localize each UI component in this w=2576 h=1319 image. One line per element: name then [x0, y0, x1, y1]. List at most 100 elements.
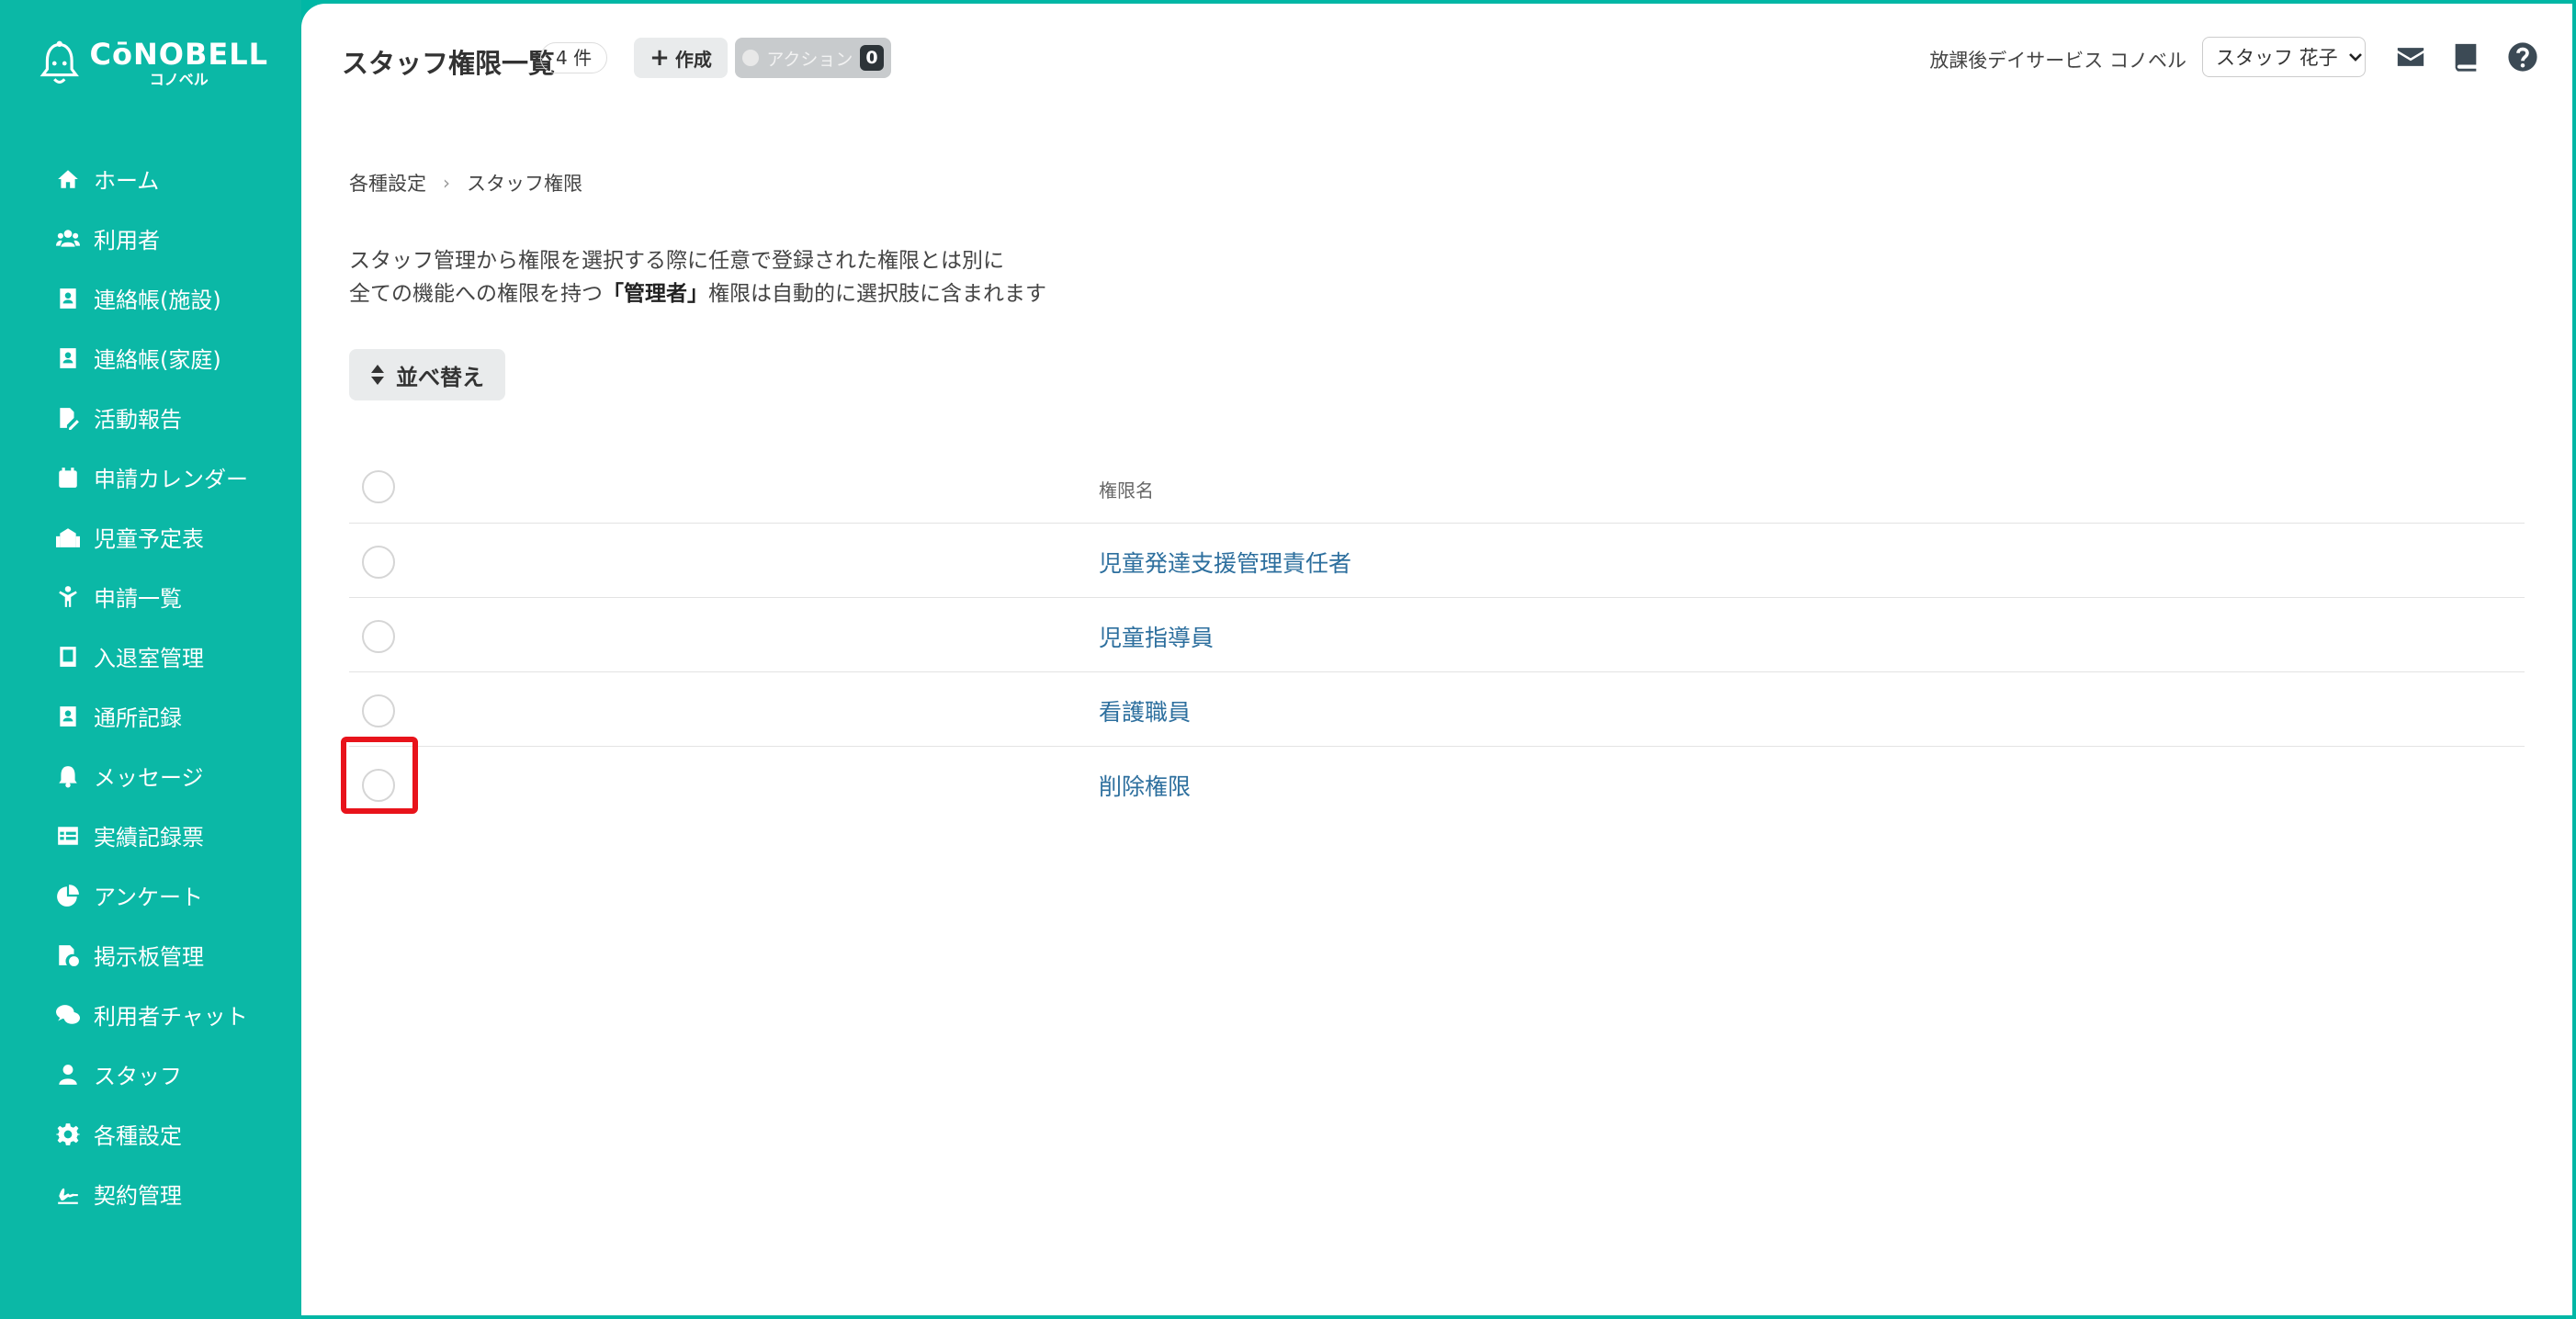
sidebar-item-contact-home[interactable]: 連絡帳(家庭)	[0, 328, 301, 388]
user-name: スタッフ 花子	[2216, 47, 2338, 69]
permission-name-link[interactable]: 看護職員	[1099, 694, 1191, 727]
sort-button-label: 並べ替え	[396, 364, 484, 390]
sidebar-item-label: 通所記録	[94, 705, 182, 731]
gear-icon	[55, 1122, 81, 1147]
sidebar-item-label: 利用者チャット	[94, 1004, 248, 1030]
permission-name-link[interactable]: 削除権限	[1099, 769, 1191, 802]
create-button-label: 作成	[674, 48, 712, 71]
table-row: 削除権限	[349, 747, 2525, 821]
table-row: 児童指導員	[349, 598, 2525, 672]
admin-emphasis: 「管理者」	[603, 282, 708, 306]
sidebar-item-label: 各種設定	[94, 1123, 182, 1149]
sidebar-nav: ホーム 利用者 連絡帳(施設) 連絡帳(家庭) 活動報告 申請カレンダー 児童予…	[0, 149, 301, 1223]
main-panel: スタッフ権限一覧 4 件 + 作成 アクション 0 放課後デイサービス コノベル…	[301, 4, 2572, 1315]
description-line-2: 全ての機能への権限を持つ「管理者」権限は自動的に選択肢に含まれます	[349, 282, 1046, 306]
row-checkbox[interactable]	[362, 694, 395, 727]
sidebar-item-contact-facility[interactable]: 連絡帳(施設)	[0, 268, 301, 328]
sidebar-item-label: 利用者	[94, 228, 160, 254]
column-header-permission-name: 権限名	[1099, 479, 1154, 502]
hand-icon	[742, 50, 760, 66]
sidebar-item-users[interactable]: 利用者	[0, 209, 301, 268]
file-edit-icon	[55, 405, 81, 431]
plus-icon: +	[650, 44, 670, 72]
school-icon	[55, 524, 81, 550]
chevron-right-icon: ›	[443, 172, 450, 194]
breadcrumb: 各種設定 › スタッフ権限	[349, 169, 582, 197]
chat-icon	[55, 1002, 81, 1028]
permissions-table: 権限名 児童発達支援管理責任者 児童指導員 看護職員 削除権限	[349, 448, 2525, 821]
mail-icon[interactable]	[2394, 40, 2427, 73]
action-count-badge: 0	[860, 45, 884, 71]
sidebar-item-activity-report[interactable]: 活動報告	[0, 388, 301, 447]
sidebar-item-label: 契約管理	[94, 1183, 182, 1209]
pie-chart-icon	[55, 883, 81, 908]
sort-button[interactable]: 並べ替え	[349, 349, 505, 400]
signature-icon	[55, 1181, 81, 1207]
user-select[interactable]: スタッフ 花子	[2202, 37, 2366, 77]
sidebar-item-applications[interactable]: 申請一覧	[0, 567, 301, 626]
sidebar-item-board[interactable]: 掲示板管理	[0, 925, 301, 985]
sidebar-item-label: メッセージ	[94, 765, 204, 791]
bell-logo-icon	[40, 40, 79, 84]
breadcrumb-item-staff-permissions: スタッフ権限	[467, 173, 582, 195]
page-title: スタッフ権限一覧	[342, 48, 556, 79]
calendar-icon	[55, 465, 81, 490]
sidebar-item-label: 実績記録票	[94, 825, 204, 851]
sidebar-item-user-chat[interactable]: 利用者チャット	[0, 985, 301, 1044]
sidebar-item-messages[interactable]: メッセージ	[0, 746, 301, 806]
sidebar-item-label: 申請カレンダー	[94, 467, 248, 492]
table-icon	[55, 823, 81, 849]
board-icon	[55, 942, 81, 968]
sidebar-item-performance-records[interactable]: 実績記録票	[0, 806, 301, 865]
sidebar-item-home[interactable]: ホーム	[0, 149, 301, 209]
description-line-1: スタッフ管理から権限を選択する際に任意で登録された権限とは別に	[349, 249, 1004, 273]
sidebar-item-label: アンケート	[94, 885, 204, 910]
chevron-down-icon	[2348, 53, 2362, 62]
sidebar-item-label: 入退室管理	[94, 646, 204, 671]
sidebar-item-label: スタッフ	[94, 1064, 182, 1089]
sidebar-item-label: 連絡帳(施設)	[94, 287, 221, 313]
sidebar-item-attendance[interactable]: 入退室管理	[0, 626, 301, 686]
description: スタッフ管理から権限を選択する際に任意で登録された権限とは別に 全ての機能への権…	[349, 244, 1046, 310]
sidebar-item-child-schedule[interactable]: 児童予定表	[0, 507, 301, 567]
sidebar-item-label: 児童予定表	[94, 526, 204, 552]
select-all-checkbox[interactable]	[362, 470, 395, 503]
contact-book-icon	[55, 286, 81, 311]
sidebar-item-calendar[interactable]: 申請カレンダー	[0, 447, 301, 507]
action-button-label: アクション	[766, 49, 853, 70]
action-button[interactable]: アクション 0	[735, 38, 891, 78]
sort-icon	[371, 365, 384, 385]
sidebar-item-label: ホーム	[94, 168, 160, 194]
sidebar-item-label: 掲示板管理	[94, 944, 204, 970]
book-icon[interactable]	[2449, 40, 2482, 73]
bell-icon	[55, 763, 81, 789]
id-card-icon	[55, 704, 81, 729]
sidebar-item-label: 申請一覧	[94, 586, 182, 612]
create-button[interactable]: + 作成	[634, 38, 728, 78]
top-bar: スタッフ権限一覧 4 件 + 作成 アクション 0 放課後デイサービス コノベル…	[301, 4, 2572, 112]
breadcrumb-item-settings[interactable]: 各種設定	[349, 169, 426, 197]
logo[interactable]: CōNOBELL コノベル	[39, 31, 268, 96]
sidebar-item-settings[interactable]: 各種設定	[0, 1104, 301, 1164]
highlight-box	[341, 737, 418, 814]
table-row: 児童発達支援管理責任者	[349, 524, 2525, 598]
permission-name-link[interactable]: 児童指導員	[1099, 620, 1214, 653]
sidebar-item-survey[interactable]: アンケート	[0, 865, 301, 925]
contact-book-icon	[55, 345, 81, 371]
permission-name-link[interactable]: 児童発達支援管理責任者	[1099, 546, 1351, 579]
help-icon[interactable]	[2506, 40, 2539, 73]
sidebar-item-label: 連絡帳(家庭)	[94, 347, 221, 373]
tablet-icon	[55, 644, 81, 670]
sidebar-item-contracts[interactable]: 契約管理	[0, 1164, 301, 1223]
table-header-row: 権限名	[349, 448, 2525, 524]
count-badge: 4 件	[540, 42, 608, 73]
sidebar-item-staff[interactable]: スタッフ	[0, 1044, 301, 1104]
row-checkbox[interactable]	[362, 546, 395, 579]
child-icon	[55, 584, 81, 610]
row-checkbox[interactable]	[362, 620, 395, 653]
brand-sub: コノベル	[149, 71, 209, 88]
users-icon	[55, 226, 81, 252]
staff-icon	[55, 1062, 81, 1088]
home-icon	[55, 166, 81, 192]
sidebar-item-visit-records[interactable]: 通所記録	[0, 686, 301, 746]
